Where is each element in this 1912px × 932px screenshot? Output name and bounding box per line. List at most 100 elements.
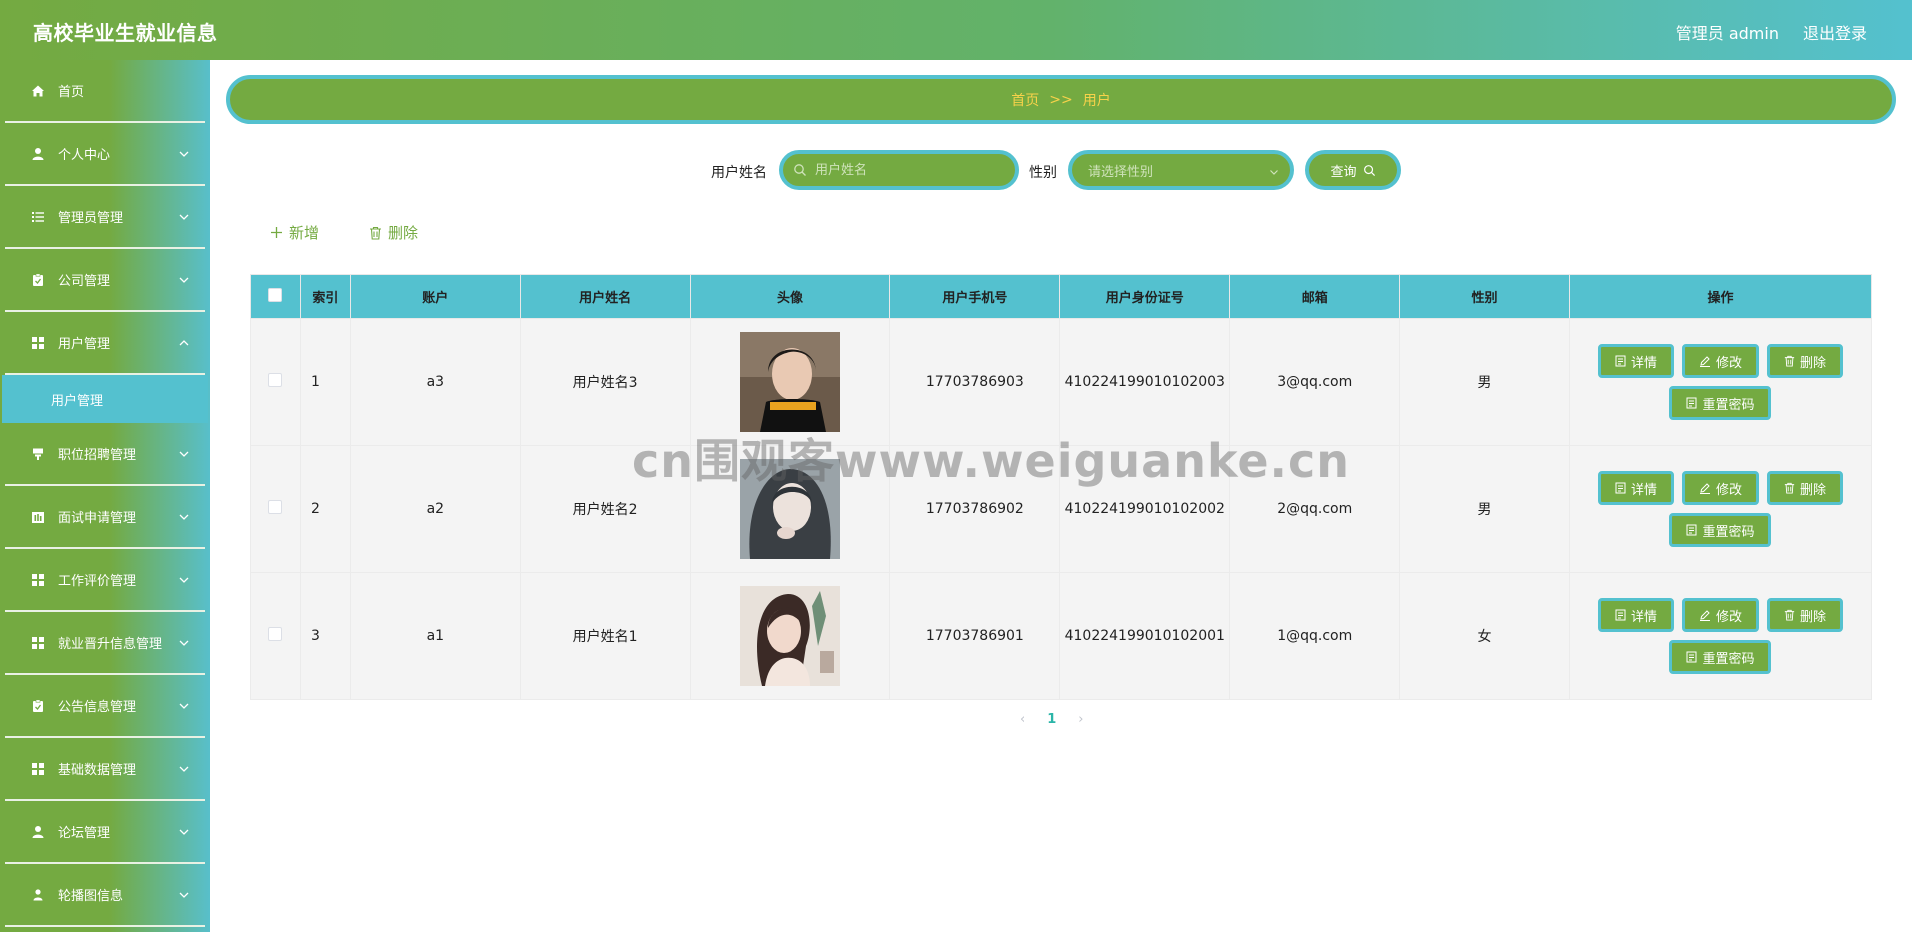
gender-label: 性别 (1029, 165, 1057, 181)
select-all-cell (250, 274, 301, 319)
reset-password-label: 重置密码 (1702, 524, 1755, 540)
sidebar-item-promotion-info[interactable]: 就业晋升信息管理 (5, 612, 205, 675)
index-cell: 1 (299, 318, 351, 446)
bars-icon (30, 509, 46, 525)
sidebar-item-interview-application[interactable]: 面试申请管理 (5, 486, 205, 549)
reset-password-button[interactable]: 重置密码 (1669, 640, 1772, 674)
sidebar-item-user-management[interactable]: 用户管理 (5, 312, 205, 375)
sidebar-item-label: 管理员管理 (58, 211, 124, 226)
sidebar-item-job-recruitment[interactable]: 职位招聘管理 (5, 423, 205, 486)
reset-password-button[interactable]: 重置密码 (1669, 513, 1772, 547)
avatar-image[interactable] (739, 586, 840, 686)
chevron-down-icon (179, 277, 189, 283)
gender-select[interactable]: 请选择性别 (1068, 150, 1294, 190)
delete-row-button[interactable]: 删除 (1766, 598, 1843, 632)
row-checkbox[interactable] (268, 627, 283, 641)
avatar-image[interactable] (739, 332, 840, 432)
sidebar-item-company-management[interactable]: 公司管理 (5, 249, 205, 312)
delete-label: 删除 (1799, 482, 1826, 498)
account-cell: a3 (349, 318, 521, 446)
search-icon (794, 164, 806, 176)
detail-label: 详情 (1630, 609, 1657, 625)
chevron-up-icon (179, 340, 189, 346)
document-icon (1686, 651, 1697, 663)
breadcrumb-home[interactable]: 首页 (1011, 90, 1039, 110)
index-cell: 3 (299, 572, 351, 700)
detail-button[interactable]: 详情 (1597, 598, 1674, 632)
document-icon (1686, 524, 1697, 536)
sidebar-item-work-evaluation[interactable]: 工作评价管理 (5, 549, 205, 612)
edit-button[interactable]: 修改 (1681, 344, 1759, 378)
watermark: cn围观客www.weiguanke.cn (632, 434, 1351, 488)
gender-cell: 男 (1399, 445, 1570, 573)
admin-user-label[interactable]: 管理员 admin (1676, 20, 1779, 44)
add-button[interactable]: 新增 (270, 222, 319, 243)
edit-icon (1699, 610, 1710, 621)
sidebar-item-home[interactable]: 首页 (5, 60, 205, 123)
chevron-down-icon (179, 766, 189, 772)
delete-label: 删除 (1799, 609, 1826, 625)
operations-cell: 详情 修改 删除 重置密码 (1568, 572, 1873, 700)
sidebar-item-announcement[interactable]: 公告信息管理 (5, 675, 205, 738)
trash-icon (370, 226, 382, 240)
query-button[interactable]: 查询 (1305, 150, 1401, 190)
logout-link[interactable]: 退出登录 (1803, 20, 1867, 44)
sidebar-item-basic-data[interactable]: 基础数据管理 (5, 738, 205, 801)
stand-icon (30, 446, 46, 462)
edit-label: 修改 (1715, 609, 1742, 625)
email-cell: 1@qq.com (1229, 572, 1401, 700)
delete-row-button[interactable]: 删除 (1766, 471, 1843, 505)
row-checkbox[interactable] (268, 500, 283, 514)
user-name-input[interactable] (813, 161, 993, 179)
current-page[interactable]: 1 (1047, 712, 1056, 727)
chevron-down-icon (179, 703, 189, 709)
trash-icon (1784, 355, 1795, 367)
next-page-button[interactable]: › (1078, 712, 1083, 727)
operations-cell: 详情 修改 删除 重置密码 (1568, 445, 1873, 573)
table-header-row: 索引 账户 用户姓名 头像 用户手机号 用户身份证号 邮箱 性别 操作 (250, 274, 1873, 319)
sidebar-item-label: 轮播图信息 (58, 889, 124, 904)
user-name-input-wrapper[interactable] (779, 150, 1019, 190)
toolbar: 新增 删除 (270, 222, 418, 243)
gender-select-placeholder: 请选择性别 (1088, 164, 1154, 180)
edit-button[interactable]: 修改 (1681, 471, 1759, 505)
delete-button[interactable]: 删除 (369, 222, 418, 243)
row-checkbox[interactable] (268, 373, 283, 387)
phone-cell: 17703786901 (889, 572, 1061, 700)
query-button-label: 查询 (1330, 164, 1357, 180)
sidebar-item-carousel[interactable]: 轮播图信息 (5, 864, 205, 927)
sidebar-item-label: 工作评价管理 (58, 574, 137, 589)
sidebar-item-admin-management[interactable]: 管理员管理 (5, 186, 205, 249)
detail-label: 详情 (1630, 355, 1657, 371)
reset-password-button[interactable]: 重置密码 (1669, 386, 1772, 420)
sidebar-item-label: 用户管理 (58, 337, 111, 352)
document-icon (1615, 482, 1626, 494)
column-header: 头像 (689, 274, 891, 319)
add-button-label: 新增 (289, 224, 320, 242)
operation-buttons: 详情 修改 删除 重置密码 (1585, 598, 1855, 674)
detail-button[interactable]: 详情 (1597, 471, 1674, 505)
edit-button[interactable]: 修改 (1681, 598, 1759, 632)
chevron-down-icon (179, 640, 189, 646)
edit-icon (1699, 356, 1710, 367)
breadcrumb-current: 用户 (1082, 92, 1111, 109)
delete-button-label: 删除 (388, 224, 419, 242)
sidebar-item-forum[interactable]: 论坛管理 (5, 801, 205, 864)
breadcrumb-separator: >> (1049, 91, 1073, 108)
detail-button[interactable]: 详情 (1597, 344, 1674, 378)
reset-password-label: 重置密码 (1702, 651, 1755, 667)
select-all-checkbox[interactable] (268, 287, 283, 302)
grid-icon (30, 335, 46, 351)
edit-icon (1699, 483, 1710, 494)
plus-icon (271, 227, 282, 238)
avatar-cell (689, 572, 891, 700)
delete-row-button[interactable]: 删除 (1766, 344, 1843, 378)
column-header: 用户手机号 (889, 274, 1061, 319)
edit-label: 修改 (1715, 355, 1742, 371)
prev-page-button[interactable]: ‹ (1020, 712, 1025, 727)
row-select-cell (250, 445, 301, 573)
sidebar-subitem-user-management[interactable]: 用户管理 (2, 375, 208, 423)
reset-password-label: 重置密码 (1702, 397, 1755, 413)
document-icon (1615, 609, 1626, 621)
column-header: 邮箱 (1229, 274, 1401, 319)
